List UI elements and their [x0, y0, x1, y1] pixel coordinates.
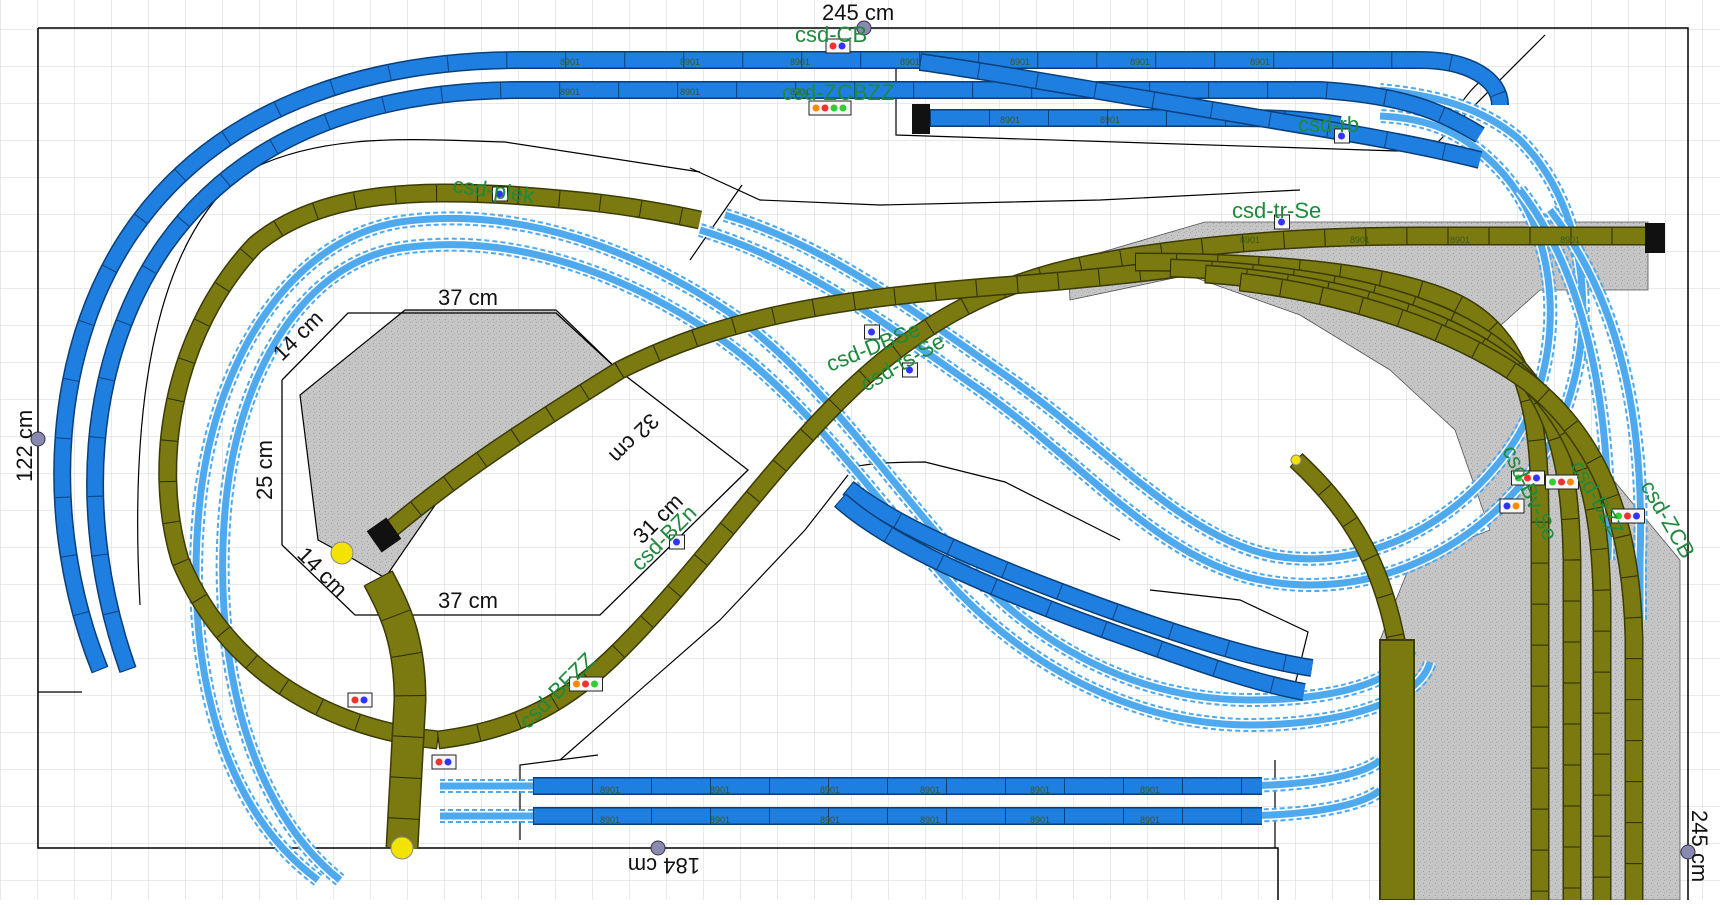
track-piece-label: 8901 — [1000, 115, 1020, 125]
track-piece-label: 8901 — [1100, 115, 1120, 125]
buffer-stop — [912, 104, 930, 134]
track-piece-label: 8901 — [710, 785, 730, 795]
track-piece-label: 8901 — [710, 815, 730, 825]
track-end-marker — [1290, 454, 1302, 466]
signal-lamp — [1503, 502, 1511, 510]
signal-label-top-inner: csd-ZCBZZ — [782, 80, 894, 105]
track-piece-label: 8901 — [1240, 235, 1260, 245]
signal-lamp — [1633, 512, 1640, 520]
track-piece-label: 8901 — [920, 815, 940, 825]
track-piece-label: 8901 — [1130, 57, 1150, 67]
signal-lamp — [1549, 478, 1556, 486]
track-plan: 8901 8901 8901 8901 8901 8901 8901 8901 8901 8901… — [0, 0, 1720, 901]
signal-lamp — [360, 696, 368, 704]
dim-building-left: 25 cm — [252, 440, 277, 500]
dim-building-top: 37 cm — [438, 285, 498, 310]
track-piece-label: 8901 — [820, 785, 840, 795]
signal-lamp — [435, 758, 443, 766]
track-piece-label: 8901 — [1250, 57, 1270, 67]
track-end-marker — [330, 541, 354, 565]
track-piece-label: 8901 — [680, 87, 700, 97]
track-piece-label: 8901 — [1030, 785, 1050, 795]
track-piece-label: 8901 — [1140, 815, 1160, 825]
track-piece-label: 8901 — [1010, 57, 1030, 67]
track-layout-canvas: 8901 8901 8901 8901 8901 8901 8901 8901 8901 8901… — [0, 0, 1720, 901]
signal-lamp — [444, 758, 452, 766]
signal-label-top-right: csd-rb — [1298, 112, 1359, 137]
track-end-marker — [390, 836, 414, 860]
dimension-marker — [650, 840, 666, 856]
track-piece-label: 8901 — [680, 57, 700, 67]
dim-right-height: 245 cm — [1687, 810, 1712, 882]
track-piece-label: 8901 — [1030, 815, 1050, 825]
track-piece-label: 8901 — [900, 57, 920, 67]
signal-lamp — [830, 104, 838, 112]
track-piece-label: 8901 — [820, 815, 840, 825]
signal-lamp — [1512, 502, 1520, 510]
signal — [347, 692, 373, 708]
track-piece-label: 8901 — [560, 87, 580, 97]
dim-bottom-width: 184 cm — [628, 853, 700, 878]
signal — [431, 754, 457, 770]
track-piece-label: 8901 — [790, 57, 810, 67]
signal-lamp — [591, 680, 598, 688]
dim-left-height: 122 cm — [12, 410, 37, 482]
signal-lamp — [812, 104, 820, 112]
track-piece-label: 8901 — [600, 815, 620, 825]
signal-lamp — [1624, 512, 1631, 520]
track-piece-label: 8901 — [1560, 235, 1580, 245]
signal-lamp — [351, 696, 359, 704]
track-piece-label: 8901 — [1350, 235, 1370, 245]
yard-siding-block — [1379, 639, 1415, 901]
track-piece-label: 8901 — [560, 57, 580, 67]
track-piece-label: 8901 — [1450, 235, 1470, 245]
signal-lamp — [839, 104, 847, 112]
signal-label-yard-entry: csd-tr-Se — [1232, 198, 1321, 223]
buffer-stop — [1645, 223, 1665, 253]
track-piece-label: 8901 — [1140, 785, 1160, 795]
track-piece-label: 8901 — [600, 785, 620, 795]
dim-building-bottom: 37 cm — [438, 588, 498, 613]
signal-lamp — [1558, 478, 1565, 486]
signal-lamp — [821, 104, 829, 112]
signal-label-top-outer: csd-CB — [795, 22, 867, 47]
track-piece-label: 8901 — [920, 785, 940, 795]
